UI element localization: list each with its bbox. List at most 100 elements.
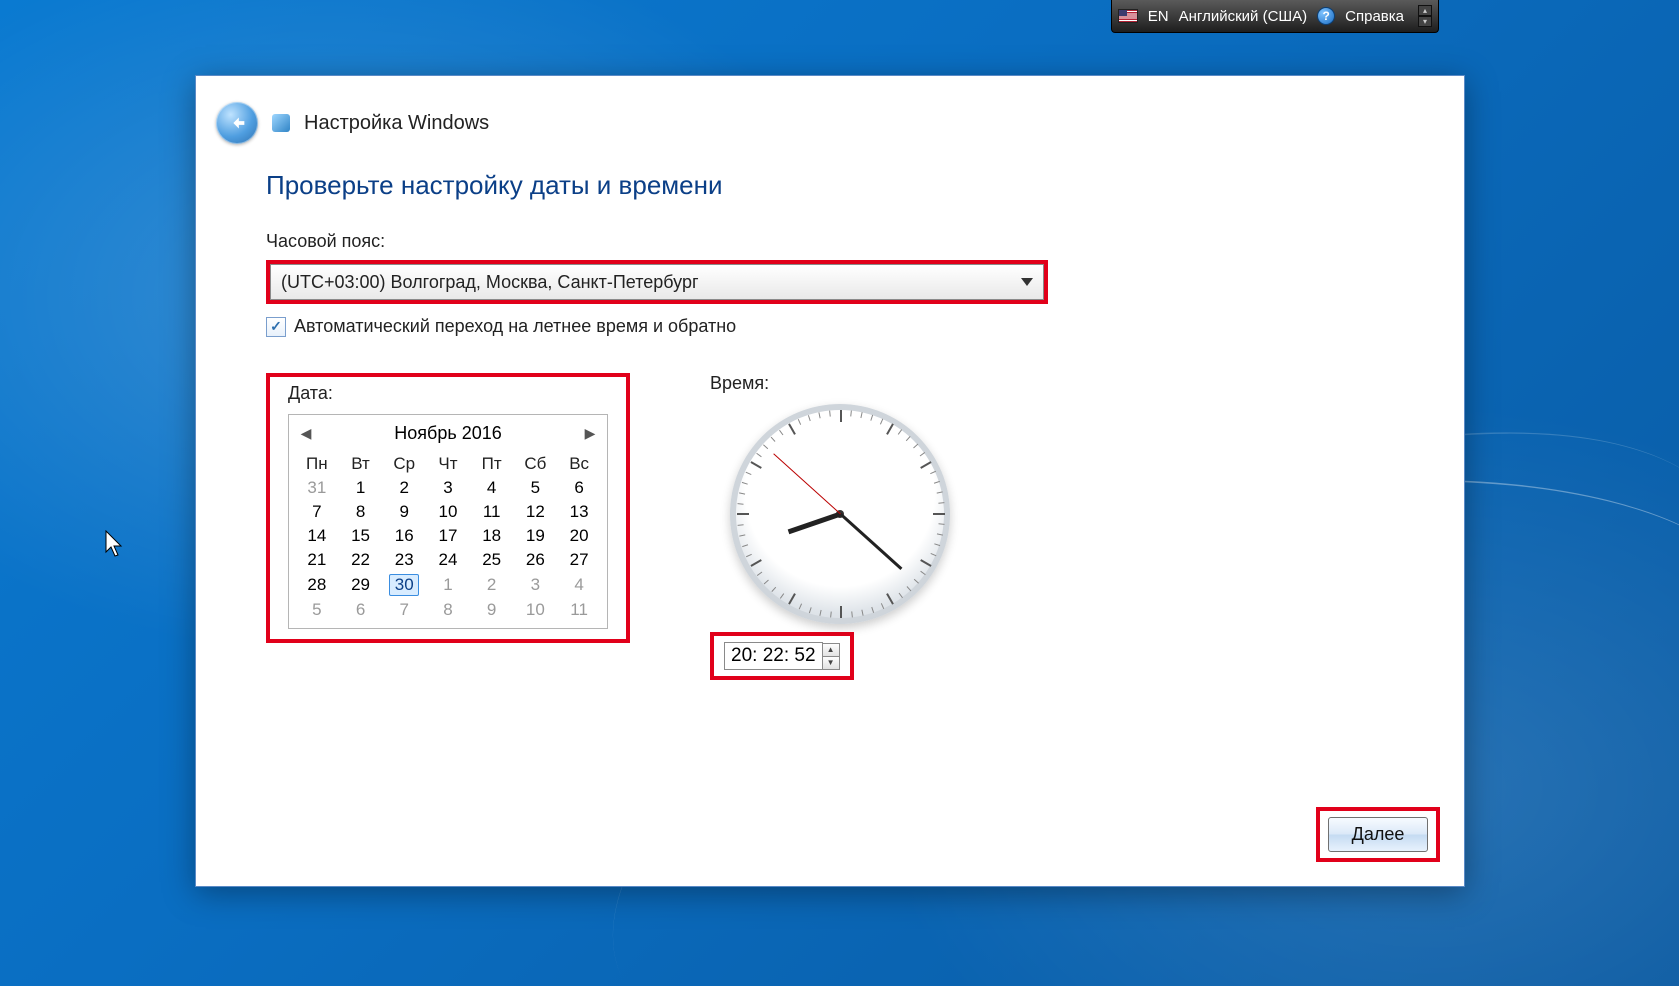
clock-tick [934, 481, 940, 484]
time-spinner-buttons[interactable]: ▲▼ [823, 643, 840, 670]
calendar-prev-button[interactable]: ◀ [297, 425, 315, 442]
page-title: Проверьте настройку даты и времени [266, 170, 1394, 201]
clock-tick [818, 412, 820, 418]
calendar-day[interactable]: 5 [295, 598, 339, 622]
clock-tick [920, 461, 931, 469]
calendar-day[interactable]: 28 [295, 572, 339, 598]
calendar-day[interactable]: 6 [557, 476, 601, 500]
calendar-day[interactable]: 25 [470, 548, 514, 572]
spinner-down-icon[interactable]: ▼ [823, 656, 839, 669]
calendar-day[interactable]: 4 [557, 572, 601, 598]
clock-tick [746, 472, 752, 475]
mouse-cursor-icon [105, 530, 125, 558]
calendar-day[interactable]: 19 [514, 524, 558, 548]
setup-title: Настройка Windows [304, 112, 489, 135]
calendar-day[interactable]: 26 [514, 548, 558, 572]
calendar-day[interactable]: 9 [470, 598, 514, 622]
calendar-day[interactable]: 14 [295, 524, 339, 548]
timezone-select[interactable]: (UTC+03:00) Волгоград, Москва, Санкт-Пет… [270, 264, 1044, 300]
clock-tick [937, 491, 943, 493]
time-input[interactable]: 20: 22: 52 [724, 642, 823, 670]
clock-hand-sec [773, 453, 841, 514]
spinner-up-icon[interactable]: ▲ [823, 644, 839, 656]
calendar-next-button[interactable]: ▶ [581, 425, 599, 442]
clock-tick [881, 603, 884, 609]
topbar-extra-button[interactable]: ▴▾ [1418, 5, 1432, 27]
help-icon[interactable]: ? [1317, 7, 1335, 25]
clock-tick [907, 586, 912, 591]
calendar-day[interactable]: 16 [382, 524, 426, 548]
timezone-label: Часовой пояс: [266, 231, 1394, 252]
analog-clock [710, 404, 970, 624]
calendar-day[interactable]: 10 [514, 598, 558, 622]
calendar-day[interactable]: 1 [339, 476, 383, 500]
calendar-weekday: Вс [557, 452, 601, 476]
calendar-day[interactable]: 6 [339, 598, 383, 622]
clock-tick [886, 423, 894, 434]
clock-tick [779, 430, 783, 435]
calendar-day[interactable]: 23 [382, 548, 426, 572]
clock-tick [933, 513, 945, 515]
calendar-day[interactable]: 7 [382, 598, 426, 622]
calendar-day[interactable]: 11 [557, 598, 601, 622]
clock-tick [750, 559, 761, 567]
calendar-day[interactable]: 3 [426, 476, 470, 500]
clock-tick [764, 580, 769, 585]
calendar-day[interactable]: 2 [470, 572, 514, 598]
clock-tick [920, 559, 931, 567]
calendar-day[interactable]: 17 [426, 524, 470, 548]
dst-checkbox[interactable]: ✓ [266, 317, 286, 337]
calendar-month-title[interactable]: Ноябрь 2016 [394, 423, 502, 444]
calendar-day[interactable]: 2 [382, 476, 426, 500]
desktop-background: EN Английский (США) ? Справка ▴▾ Настрой… [0, 0, 1679, 986]
calendar-day[interactable]: 1 [426, 572, 470, 598]
clock-tick [931, 553, 937, 556]
calendar-day[interactable]: 18 [470, 524, 514, 548]
chevron-down-icon [1021, 278, 1033, 286]
calendar-day[interactable]: 5 [514, 476, 558, 500]
clock-tick [830, 611, 832, 617]
back-button[interactable] [216, 102, 258, 144]
clock-tick [899, 593, 903, 598]
calendar-day[interactable]: 24 [426, 548, 470, 572]
calendar-day[interactable]: 20 [557, 524, 601, 548]
language-name[interactable]: Английский (США) [1179, 8, 1308, 25]
calendar-day[interactable]: 7 [295, 500, 339, 524]
dst-checkbox-row[interactable]: ✓ Автоматический переход на летнее время… [266, 316, 1394, 337]
timezone-highlight: (UTC+03:00) Волгоград, Москва, Санкт-Пет… [266, 260, 1048, 304]
language-code[interactable]: EN [1148, 8, 1169, 25]
calendar-day[interactable]: 13 [557, 500, 601, 524]
calendar-weekday: Сб [514, 452, 558, 476]
flag-icon [1118, 9, 1138, 23]
calendar-day[interactable]: 9 [382, 500, 426, 524]
clock-tick [850, 410, 852, 416]
calendar-day[interactable]: 21 [295, 548, 339, 572]
calendar-day[interactable]: 11 [470, 500, 514, 524]
clock-tick [739, 534, 745, 536]
calendar-day[interactable]: 3 [514, 572, 558, 598]
calendar-day[interactable]: 31 [295, 476, 339, 500]
calendar-day[interactable]: 15 [339, 524, 383, 548]
window-header: Настройка Windows [196, 76, 1464, 164]
clock-hand-hour [787, 512, 841, 535]
help-label[interactable]: Справка [1345, 8, 1404, 25]
clock-tick [799, 604, 802, 610]
calendar-day[interactable]: 30 [382, 572, 426, 598]
calendar-weekday: Вт [339, 452, 383, 476]
calendar-day[interactable]: 27 [557, 548, 601, 572]
calendar: ◀ Ноябрь 2016 ▶ ПнВтСрЧтПтСбВс 311234567… [288, 414, 608, 629]
calendar-day[interactable]: 22 [339, 548, 383, 572]
clock-tick [840, 410, 842, 422]
clock-tick [851, 611, 853, 617]
clock-tick [861, 610, 863, 616]
calendar-day[interactable]: 4 [470, 476, 514, 500]
calendar-day[interactable]: 10 [426, 500, 470, 524]
calendar-day[interactable]: 8 [426, 598, 470, 622]
calendar-day[interactable]: 29 [339, 572, 383, 598]
clock-tick [871, 607, 874, 613]
calendar-day[interactable]: 8 [339, 500, 383, 524]
next-button[interactable]: Далее [1328, 817, 1428, 852]
clock-tick [880, 419, 883, 425]
calendar-day[interactable]: 12 [514, 500, 558, 524]
clock-tick [938, 523, 944, 525]
